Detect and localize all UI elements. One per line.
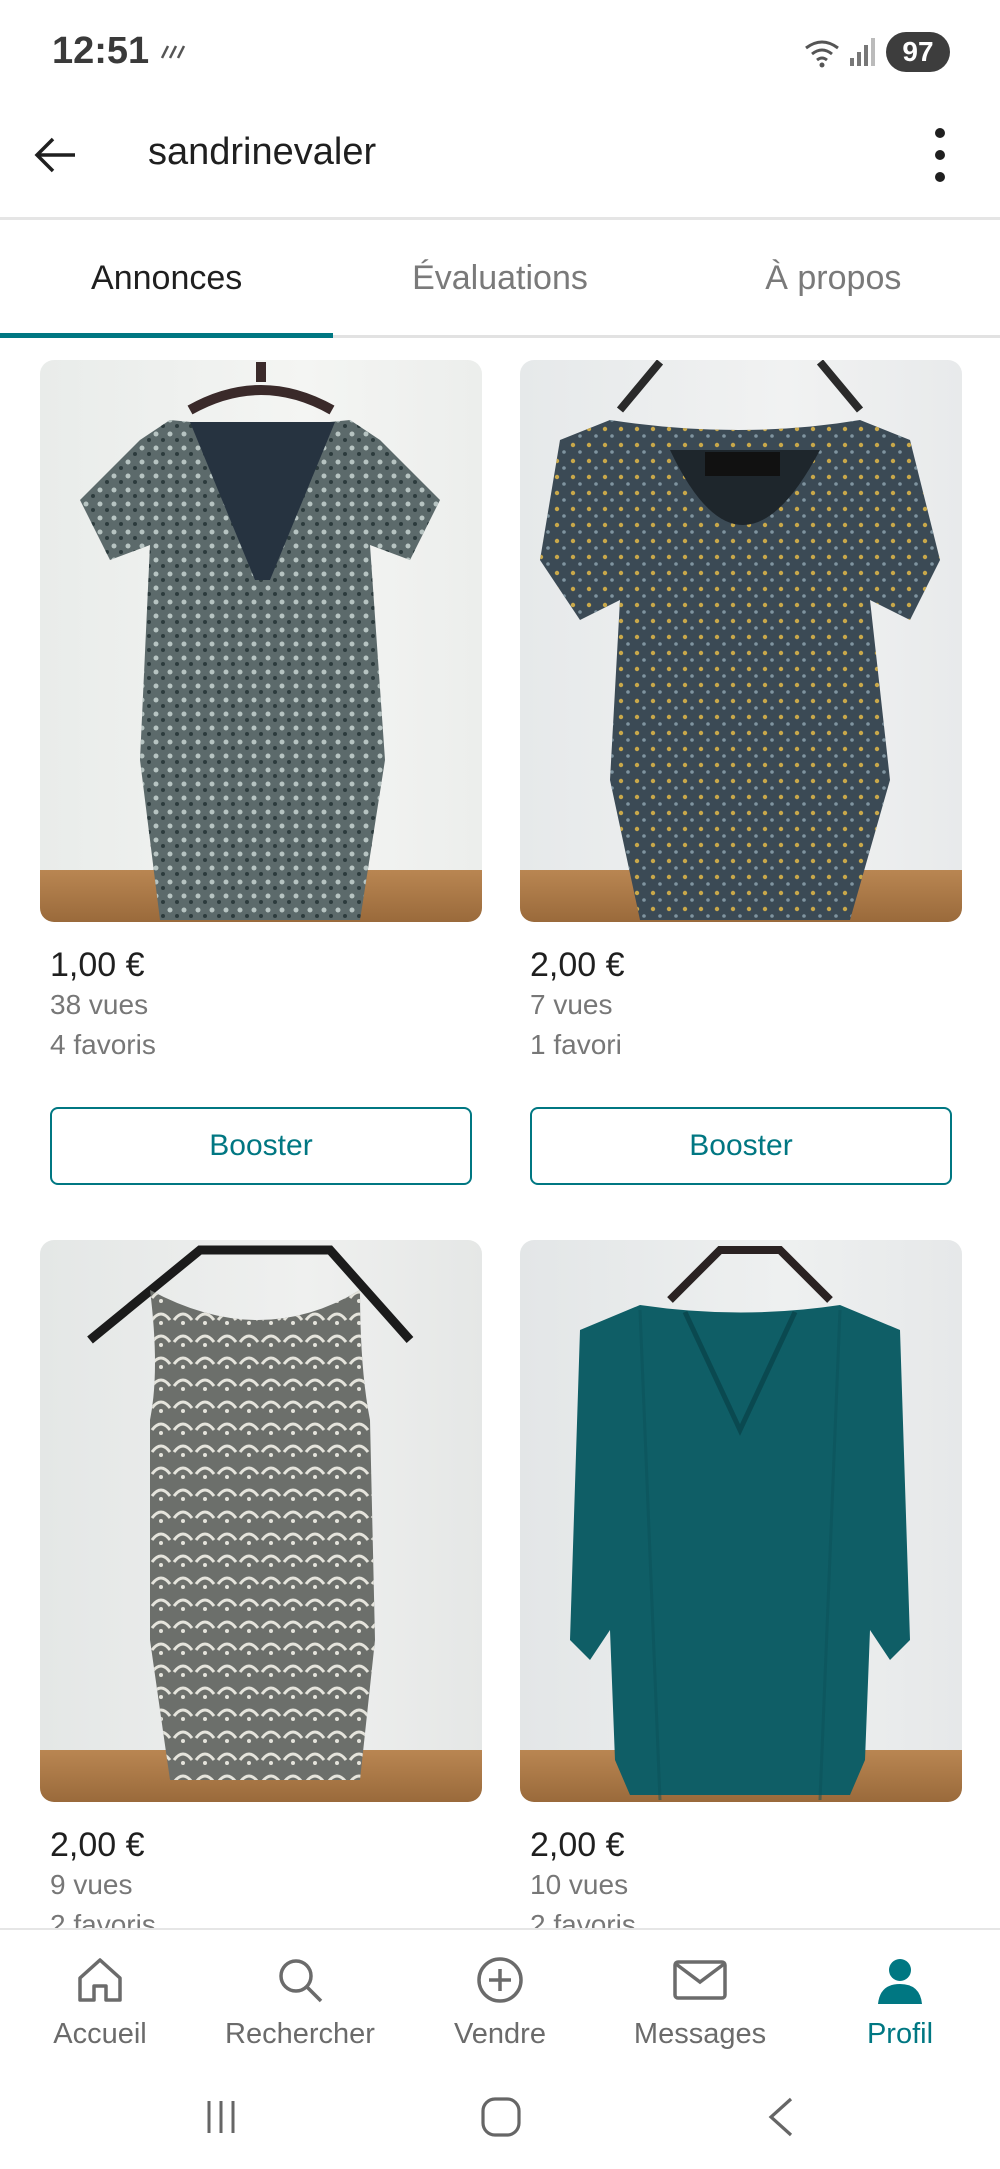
page-title: sandrinevaler <box>148 131 377 173</box>
nav-label: Messages <box>633 2018 767 2050</box>
listing-card[interactable]: 2,00 € 7 vues 1 favori Booster <box>520 360 962 1185</box>
nav-label: Accueil <box>53 2018 147 2050</box>
tab-evaluations[interactable]: Évaluations <box>333 222 666 335</box>
nav-profil[interactable]: Profil <box>800 1930 1000 2068</box>
app-header: sandrinevaler <box>0 105 1000 220</box>
nav-vendre[interactable]: Vendre <box>400 1930 600 2068</box>
system-back-button[interactable] <box>756 2092 806 2142</box>
dress-image <box>540 360 940 920</box>
nav-label: Vendre <box>454 2018 546 2050</box>
booster-button[interactable]: Booster <box>530 1107 952 1185</box>
arrow-left-icon <box>34 137 75 173</box>
nav-label: Rechercher <box>225 2018 375 2050</box>
profile-icon <box>878 1959 922 2004</box>
item-favorites: 4 favoris <box>50 1029 156 1060</box>
status-time: 12:51 <box>52 30 150 72</box>
item-price: 1,00 € <box>50 946 145 984</box>
recent-apps-button[interactable] <box>196 2092 246 2142</box>
plus-circle-icon <box>477 1957 523 2003</box>
more-options-button[interactable] <box>920 120 960 190</box>
listing-card[interactable]: 1,00 € 38 vues 4 favoris Booster <box>40 360 482 1185</box>
tab-annonces[interactable]: Annonces <box>0 222 334 338</box>
bottom-navigation: Accueil Rechercher Vendre Messages Profi… <box>0 1928 1000 2068</box>
vertical-dots-icon <box>935 128 945 182</box>
mail-icon <box>673 1960 727 2000</box>
item-views: 38 vues <box>50 989 149 1020</box>
item-views: 10 vues <box>530 1869 629 1900</box>
item-photo[interactable] <box>520 360 962 922</box>
listing-card[interactable]: 2,00 € 10 vues 2 favoris <box>520 1240 962 1945</box>
dress-image <box>87 1245 414 1780</box>
item-views: 9 vues <box>50 1869 133 1900</box>
item-price: 2,00 € <box>50 1826 145 1864</box>
search-icon <box>279 1959 323 2003</box>
booster-button[interactable]: Booster <box>50 1107 472 1185</box>
item-price: 2,00 € <box>530 1826 625 1864</box>
item-views: 7 vues <box>530 989 613 1020</box>
home-icon <box>78 1958 122 2002</box>
home-square-icon <box>481 2097 521 2137</box>
item-photo[interactable] <box>40 1240 482 1802</box>
listing-card[interactable]: 2,00 € 9 vues 2 favoris <box>40 1240 482 1945</box>
dress-image <box>80 362 440 920</box>
status-bar: 12:51 97 <box>0 0 1000 105</box>
signal-icon <box>850 38 875 66</box>
back-button[interactable] <box>26 125 86 185</box>
nav-accueil[interactable]: Accueil <box>0 1930 200 2068</box>
nav-rechercher[interactable]: Rechercher <box>200 1930 400 2068</box>
nav-messages[interactable]: Messages <box>600 1930 800 2068</box>
tab-a-propos[interactable]: À propos <box>667 222 1000 335</box>
dress-image <box>570 1246 910 1801</box>
profile-tabs: Annonces Évaluations À propos <box>0 222 1000 338</box>
system-navigation-bar <box>0 2068 1000 2169</box>
wifi-icon <box>805 40 839 68</box>
nav-label: Profil <box>866 2018 934 2050</box>
item-photo[interactable] <box>40 360 482 922</box>
item-price: 2,00 € <box>530 946 625 984</box>
chevron-left-icon <box>768 2097 793 2137</box>
home-system-button[interactable] <box>476 2092 526 2142</box>
sync-indicator-icon <box>160 45 186 59</box>
item-photo[interactable] <box>520 1240 962 1802</box>
recent-apps-icon <box>207 2101 235 2133</box>
battery-indicator: 97 <box>886 32 950 72</box>
item-favorites: 1 favori <box>530 1029 622 1060</box>
